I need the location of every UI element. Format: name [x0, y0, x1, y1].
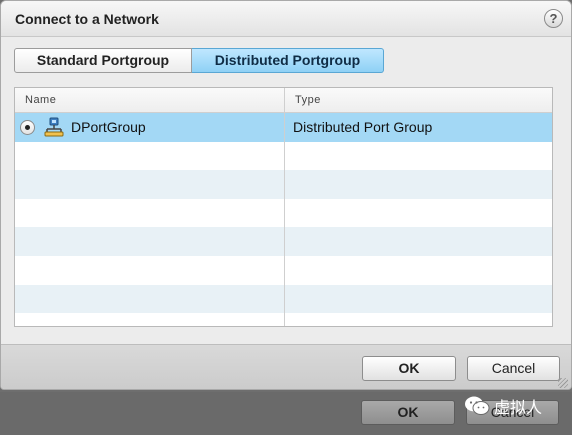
tab-distributed-portgroup[interactable]: Distributed Portgroup — [192, 48, 384, 73]
cancel-button[interactable]: Cancel — [467, 356, 560, 381]
help-icon[interactable]: ? — [544, 9, 563, 28]
dialog-title: Connect to a Network — [15, 11, 159, 27]
table-row-empty — [15, 255, 552, 285]
watermark: 虚拟人 — [464, 394, 542, 418]
row-name-text: DPortGroup — [71, 119, 146, 136]
resize-grip-icon[interactable] — [558, 378, 568, 388]
column-header-type[interactable]: Type — [285, 88, 321, 112]
ok-button[interactable]: OK — [362, 356, 456, 381]
connect-network-dialog: Connect to a Network ? Standard Portgrou… — [0, 0, 572, 390]
row-radio-button[interactable] — [20, 119, 35, 135]
table-cell-type: Distributed Port Group — [293, 119, 433, 135]
network-table: Name Type DPortGroup Distributed Port Gr… — [14, 87, 553, 327]
watermark-text: 虚拟人 — [494, 400, 543, 417]
table-row-empty — [15, 284, 552, 314]
dialog-titlebar: Connect to a Network ? — [1, 1, 571, 37]
column-header-name[interactable]: Name — [15, 88, 285, 112]
table-row[interactable]: DPortGroup Distributed Port Group — [15, 113, 552, 142]
table-header: Name Type — [15, 88, 552, 113]
table-row-empty — [15, 170, 552, 199]
table-row-empty — [15, 141, 552, 171]
wechat-icon — [465, 396, 490, 415]
portgroup-tabs: Standard Portgroup Distributed Portgroup — [14, 48, 384, 73]
table-row-empty — [15, 198, 552, 228]
table-row-empty — [15, 313, 552, 326]
background-ok-button: OK — [361, 400, 455, 425]
table-row-empty — [15, 227, 552, 256]
distributed-portgroup-icon — [44, 117, 64, 137]
tab-standard-portgroup[interactable]: Standard Portgroup — [14, 48, 192, 73]
table-cell-name: DPortGroup — [15, 113, 285, 142]
dialog-footer: OK Cancel — [1, 344, 571, 389]
